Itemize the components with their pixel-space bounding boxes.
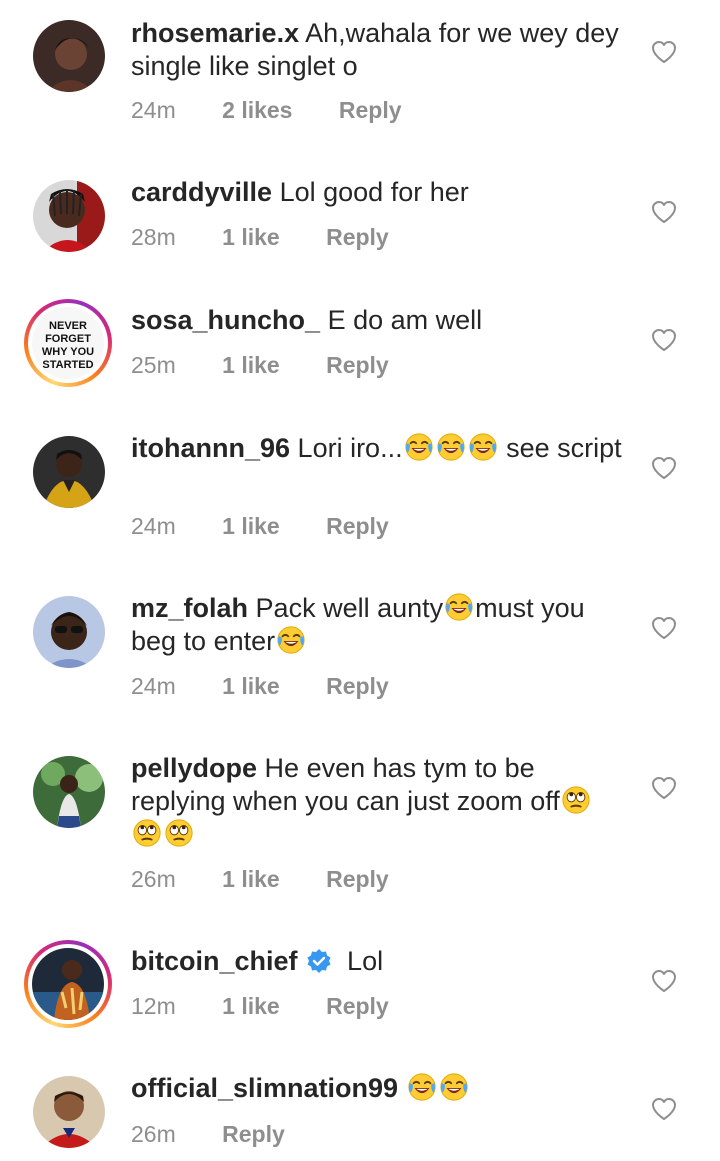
- avatar[interactable]: [33, 596, 105, 668]
- username[interactable]: mz_folah: [131, 593, 248, 623]
- avatar-text-line: STARTED: [42, 359, 93, 371]
- reply-button[interactable]: Reply: [326, 512, 389, 540]
- timestamp: 26m: [131, 1121, 176, 1147]
- timestamp: 12m: [131, 993, 176, 1019]
- timestamp: 26m: [131, 866, 176, 892]
- avatar[interactable]: [33, 1076, 105, 1148]
- reply-button[interactable]: Reply: [326, 865, 389, 893]
- comment-meta: 26m 1 like Reply: [131, 865, 389, 893]
- likes-count[interactable]: 1 like: [222, 351, 280, 379]
- avatar[interactable]: NEVER FORGET WHY YOU STARTED: [32, 307, 104, 379]
- username[interactable]: official_slimnation99: [131, 1073, 398, 1103]
- tears-of-joy-emoji: [444, 592, 474, 622]
- likes-count[interactable]: 1 like: [222, 865, 280, 893]
- tears-of-joy-emoji: [407, 1072, 437, 1102]
- likes-count[interactable]: 1 like: [222, 512, 280, 540]
- avatar[interactable]: [33, 436, 105, 508]
- comment-body: Lori iro...: [297, 433, 403, 463]
- comment-meta: 26m Reply: [131, 1120, 285, 1148]
- reply-button[interactable]: Reply: [222, 1120, 285, 1148]
- tears-of-joy-emoji: [468, 432, 498, 462]
- reply-button[interactable]: Reply: [326, 223, 389, 251]
- reply-button[interactable]: Reply: [339, 96, 402, 124]
- heart-outline-icon[interactable]: [651, 40, 677, 64]
- comment-text: mz_folah Pack well aunty must you beg to …: [131, 592, 631, 658]
- comment-body: Pack well aunty: [255, 593, 444, 623]
- comment-text: pellydope He even has tym to be replying…: [131, 752, 631, 851]
- heart-outline-icon[interactable]: [651, 969, 677, 993]
- heart-outline-icon[interactable]: [651, 616, 677, 640]
- username[interactable]: bitcoin_chief: [131, 946, 298, 976]
- comment-meta: 24m 2 likes Reply: [131, 96, 402, 124]
- comment-text: official_slimnation99: [131, 1072, 631, 1105]
- timestamp: 25m: [131, 352, 176, 378]
- comment-meta: 24m 1 like Reply: [131, 512, 389, 540]
- comment-meta: 25m 1 like Reply: [131, 351, 389, 379]
- likes-count[interactable]: 1 like: [222, 992, 280, 1020]
- story-ring[interactable]: [24, 940, 112, 1028]
- avatar-text-line: NEVER: [49, 320, 87, 332]
- timestamp: 28m: [131, 224, 176, 250]
- tears-of-joy-emoji: [404, 432, 434, 462]
- comment-meta: 12m 1 like Reply: [131, 992, 389, 1020]
- heart-outline-icon[interactable]: [651, 1097, 677, 1121]
- heart-outline-icon[interactable]: [651, 328, 677, 352]
- username[interactable]: carddyville: [131, 177, 272, 207]
- avatar[interactable]: [33, 20, 105, 92]
- comment-meta: 28m 1 like Reply: [131, 223, 389, 251]
- likes-count[interactable]: 1 like: [222, 672, 280, 700]
- eye-roll-emoji: [561, 785, 591, 815]
- comment-text: rhosemarie.x Ah,wahala for we wey dey si…: [131, 17, 631, 83]
- tears-of-joy-emoji: [436, 432, 466, 462]
- heart-outline-icon[interactable]: [651, 456, 677, 480]
- reply-button[interactable]: Reply: [326, 672, 389, 700]
- eye-roll-emoji: [164, 818, 194, 848]
- avatar[interactable]: [32, 948, 104, 1020]
- comment-body: E do am well: [327, 305, 483, 335]
- verified-badge-icon: [307, 949, 331, 973]
- avatar[interactable]: [33, 756, 105, 828]
- username[interactable]: rhosemarie.x: [131, 18, 299, 48]
- likes-count[interactable]: 1 like: [222, 223, 280, 251]
- timestamp: 24m: [131, 673, 176, 699]
- username[interactable]: itohannn_96: [131, 433, 290, 463]
- comment-text: carddyville Lol good for her: [131, 176, 631, 209]
- comment-body: Lol: [347, 946, 384, 976]
- eye-roll-emoji: [132, 818, 162, 848]
- heart-outline-icon[interactable]: [651, 200, 677, 224]
- avatar-text-line: WHY YOU: [42, 346, 94, 358]
- tears-of-joy-emoji: [439, 1072, 469, 1102]
- timestamp: 24m: [131, 513, 176, 539]
- reply-button[interactable]: Reply: [326, 351, 389, 379]
- avatar-text-line: FORGET: [45, 333, 91, 345]
- comment-text: itohannn_96 Lori iro... see script: [131, 432, 631, 465]
- likes-count[interactable]: 2 likes: [222, 96, 292, 124]
- timestamp: 24m: [131, 97, 176, 123]
- tears-of-joy-emoji: [276, 625, 306, 655]
- comment-text: bitcoin_chief Lol: [131, 945, 631, 978]
- story-ring[interactable]: NEVER FORGET WHY YOU STARTED: [24, 299, 112, 387]
- avatar[interactable]: [33, 180, 105, 252]
- username[interactable]: pellydope: [131, 753, 257, 783]
- comment-text: sosa_huncho_ E do am well: [131, 304, 631, 337]
- reply-button[interactable]: Reply: [326, 992, 389, 1020]
- comment-body: see script: [498, 433, 622, 463]
- heart-outline-icon[interactable]: [651, 776, 677, 800]
- comment-meta: 24m 1 like Reply: [131, 672, 389, 700]
- username[interactable]: sosa_huncho_: [131, 305, 320, 335]
- comment-body: Lol good for her: [279, 177, 469, 207]
